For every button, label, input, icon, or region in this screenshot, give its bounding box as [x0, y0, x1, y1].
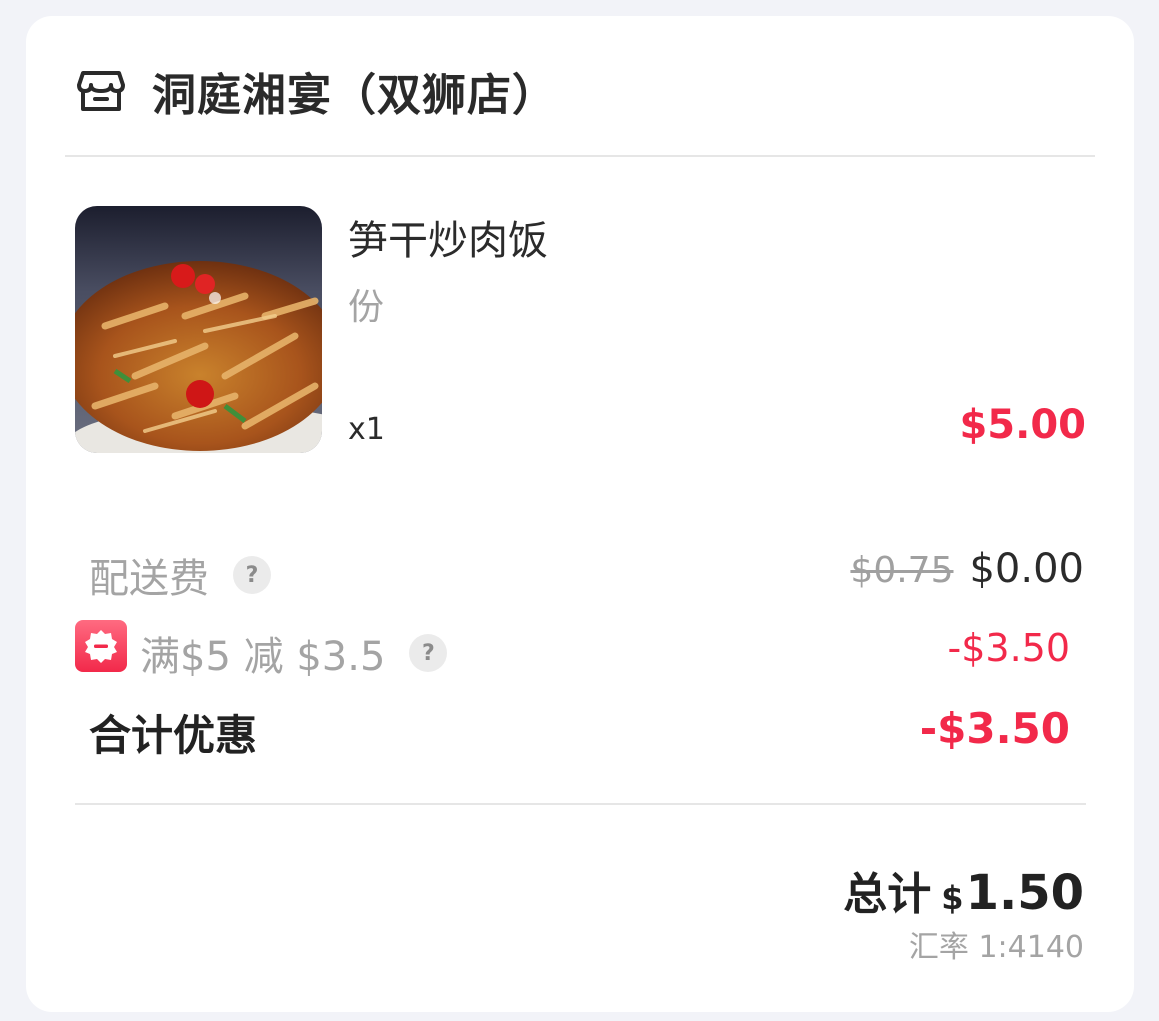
grand-total-currency: $	[941, 879, 964, 917]
delivery-fee-row: 配送费 ?	[89, 546, 271, 604]
item-name: 笋干炒肉饭	[348, 218, 548, 264]
delivery-fee-prices: $0.75 $0.00	[850, 546, 1084, 592]
exchange-rate: 汇率 1:4140	[908, 930, 1084, 965]
grand-total-value: 1.50	[965, 865, 1084, 921]
food-photo[interactable]	[75, 206, 322, 453]
promotion-amount: -$3.50	[947, 626, 1071, 670]
item-spec: 份	[348, 287, 385, 328]
divider	[65, 155, 1095, 157]
total-discount-amount: -$3.50	[919, 704, 1070, 753]
question-mark-icon[interactable]: ?	[409, 634, 448, 672]
promotion-row: 满$5 减 $3.5 ?	[140, 624, 448, 682]
order-card: 洞庭湘宴（双狮店） 笋干炒肉饭 份 x1 $5.00 配送费 ? $0.75 $…	[26, 16, 1134, 1012]
grand-total-label: 总计	[843, 869, 932, 920]
discount-badge-icon	[75, 620, 127, 672]
delivery-fee-original: $0.75	[850, 550, 954, 591]
divider	[75, 803, 1086, 805]
delivery-fee-current: $0.00	[969, 546, 1084, 592]
item-quantity: x1	[348, 412, 385, 447]
store-name: 洞庭湘宴（双狮店）	[152, 70, 557, 121]
item-price: $5.00	[959, 402, 1086, 448]
grand-total: 总计 $ 1.50	[843, 858, 1084, 922]
promotion-label: 满$5 减 $3.5	[140, 634, 386, 680]
store-header[interactable]: 洞庭湘宴（双狮店）	[76, 56, 557, 126]
total-discount-label: 合计优惠	[89, 711, 258, 760]
storefront-icon	[76, 66, 126, 116]
question-mark-icon[interactable]: ?	[233, 556, 271, 594]
delivery-fee-label: 配送费	[89, 556, 209, 602]
